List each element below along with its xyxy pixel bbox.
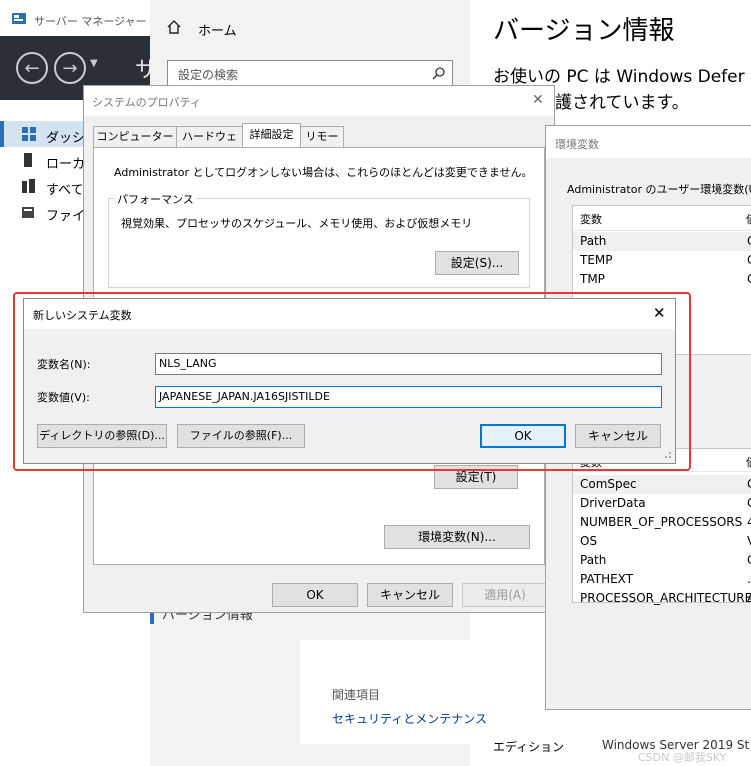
var-value: 4 <box>747 515 751 529</box>
browse-directory-button[interactable]: ディレクトリの参照(D)... <box>37 424 167 448</box>
apply-button[interactable]: 適用(A) <box>462 583 548 607</box>
defender-status-line2: 護されています。 <box>555 93 689 113</box>
tab-advanced[interactable]: 詳細設定 <box>242 123 301 148</box>
tab-computer-name[interactable]: コンピューター名 <box>93 126 177 163</box>
performance-group: パフォーマンス 視覚効果、プロセッサのスケジュール、メモリ使用、および仮想メモリ… <box>108 191 530 288</box>
var-name: ComSpec <box>580 477 637 491</box>
var-value: C <box>747 253 751 267</box>
file-services-icon <box>22 207 34 218</box>
servers-icon <box>22 179 35 193</box>
env-title: 環境変数 <box>555 138 599 151</box>
var-value: . <box>747 572 751 586</box>
table-row[interactable]: TMP C <box>573 270 751 289</box>
cancel-button[interactable]: キャンセル <box>367 583 453 607</box>
column-value[interactable]: 値 <box>746 454 751 470</box>
var-name: PATHEXT <box>580 572 634 586</box>
system-vars-list[interactable]: 変数 値 ComSpecCDriverDataCNUMBER_OF_PROCES… <box>572 448 751 605</box>
var-name: NUMBER_OF_PROCESSORS <box>580 515 743 529</box>
ok-button[interactable]: OK <box>272 583 358 607</box>
table-row[interactable]: TEMP C <box>573 251 751 270</box>
user-vars-header: 変数 値 <box>573 206 751 231</box>
server-icon <box>24 153 32 167</box>
var-value: C <box>747 477 751 491</box>
settings-search-input[interactable]: 設定の検索 <box>167 60 453 86</box>
var-name: PROCESSOR_ARCHITECTURE <box>580 591 751 605</box>
var-name: TEMP <box>580 253 613 267</box>
resize-grip-icon[interactable] <box>662 449 672 459</box>
variable-value-input[interactable]: JAPANESE_JAPAN.JA16SJISTILDE <box>155 386 662 408</box>
variable-value-label: 変数値(V): <box>37 391 90 404</box>
var-value: A <box>747 591 751 605</box>
var-name: DriverData <box>580 496 646 510</box>
close-icon[interactable]: ✕ <box>532 92 544 108</box>
related-settings-panel: 関連項目 セキュリティとメンテナンス <box>300 640 550 744</box>
new-var-title: 新しいシステム変数 <box>33 309 132 322</box>
about-title: バージョン情報 <box>493 16 675 46</box>
home-link[interactable]: ホーム <box>198 20 237 39</box>
environment-variables-button[interactable]: 環境変数(N)... <box>384 525 530 549</box>
var-name: OS <box>580 534 598 548</box>
variable-name-label: 変数名(N): <box>37 358 91 371</box>
close-icon[interactable]: ✕ <box>653 304 666 322</box>
var-value: C <box>747 272 751 286</box>
var-value: V <box>747 534 751 548</box>
cancel-button[interactable]: キャンセル <box>575 424 661 448</box>
table-row[interactable]: PATHEXT. <box>573 570 751 589</box>
defender-status-line1: お使いの PC は Windows Defer <box>493 67 745 87</box>
selection-indicator <box>0 121 4 147</box>
system-properties-titlebar: システムのプロパティ ✕ <box>84 86 554 116</box>
table-row[interactable]: Path C <box>573 232 751 251</box>
var-name: TMP <box>580 272 605 286</box>
edition-label: エディション <box>493 740 565 754</box>
watermark: CSDN @邮我SKY <box>638 751 727 764</box>
ok-button[interactable]: OK <box>480 424 566 448</box>
table-row[interactable]: ComSpec C <box>573 475 751 494</box>
security-maintenance-link[interactable]: セキュリティとメンテナンス <box>332 710 487 727</box>
var-value: C <box>747 234 751 248</box>
variable-name-value: NLS_LANG <box>159 357 217 370</box>
system-properties-title: システムのプロパティ <box>92 96 202 109</box>
variable-value-value: JAPANESE_JAPAN.JA16SJISTILDE <box>159 390 330 403</box>
server-manager-title: サーバー マネージャー <box>34 15 147 28</box>
performance-group-label: パフォーマンス <box>115 191 196 207</box>
var-name: Path <box>580 234 607 248</box>
dashboard-icon <box>22 127 36 141</box>
related-header: 関連項目 <box>332 688 381 702</box>
var-value: C <box>747 553 751 567</box>
env-titlebar: 環境変数 <box>546 126 751 158</box>
home-icon[interactable] <box>166 19 182 35</box>
variable-name-input[interactable]: NLS_LANG <box>155 353 662 375</box>
var-name: Path <box>580 553 607 567</box>
table-row[interactable]: Path C <box>573 551 751 570</box>
chevron-down-icon[interactable]: ▼ <box>90 58 98 69</box>
forward-arrow-icon[interactable]: → <box>54 52 86 84</box>
var-value: C <box>747 496 751 510</box>
search-icon <box>432 67 445 80</box>
server-manager-titlebar: サーバー マネージャー <box>0 0 150 36</box>
browse-file-button[interactable]: ファイルの参照(F)... <box>177 424 305 448</box>
table-row[interactable]: DriverData C <box>573 494 751 513</box>
server-manager-icon <box>12 13 26 24</box>
performance-settings-button[interactable]: 設定(S)... <box>435 251 519 275</box>
search-placeholder: 設定の検索 <box>178 68 239 82</box>
back-arrow-icon[interactable]: ← <box>16 52 48 84</box>
admin-notice: Administrator としてログオンしない場合は、これらのほとんどは変更で… <box>114 166 533 179</box>
user-vars-group-label: Administrator のユーザー環境変数(U) <box>567 183 751 196</box>
tab-hardware[interactable]: ハードウェア <box>176 126 243 163</box>
tab-remote[interactable]: リモート <box>300 126 344 163</box>
performance-desc: 視覚効果、プロセッサのスケジュール、メモリ使用、および仮想メモリ <box>121 217 473 230</box>
new-system-variable-dialog: 新しいシステム変数 ✕ 変数名(N): NLS_LANG 変数値(V): JAP… <box>23 298 676 464</box>
new-var-titlebar: 新しいシステム変数 ✕ <box>24 299 675 329</box>
table-row[interactable]: NUMBER_OF_PROCESSORS 4 <box>573 513 751 532</box>
column-value[interactable]: 値 <box>746 211 751 227</box>
column-variable[interactable]: 変数 <box>580 211 602 227</box>
table-row[interactable]: OS V <box>573 532 751 551</box>
table-row[interactable]: PROCESSOR_ARCHITECTUREA <box>573 589 751 608</box>
